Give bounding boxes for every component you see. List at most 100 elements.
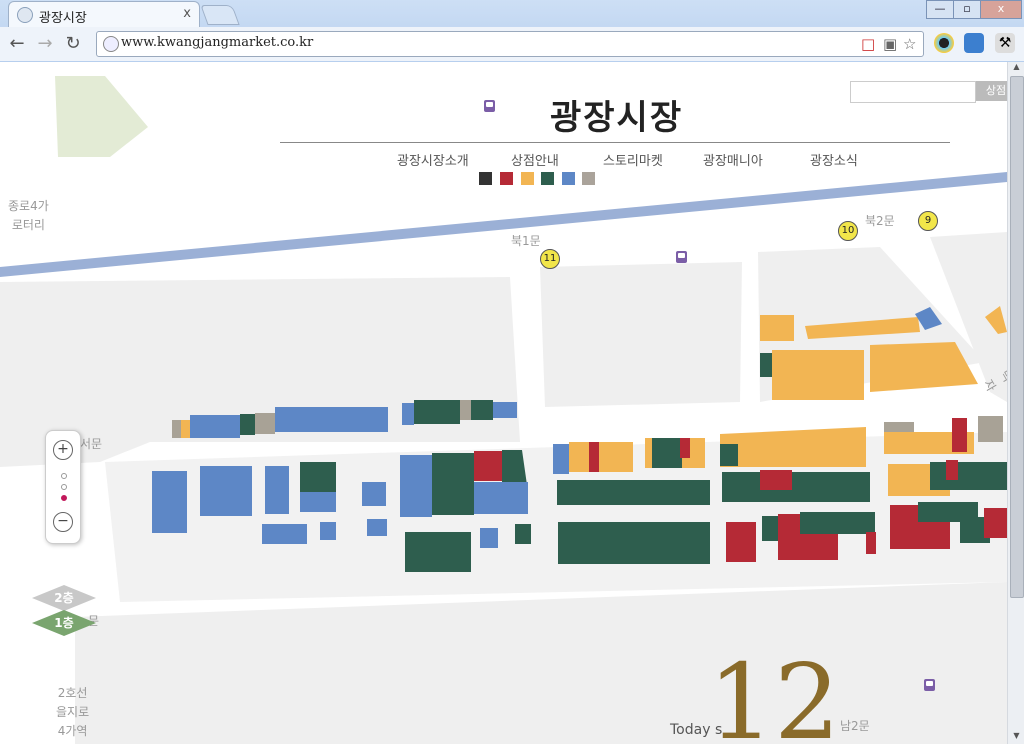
category-swatch[interactable] — [562, 172, 575, 185]
site-logo[interactable]: 광장시장 — [550, 90, 683, 139]
shop-block — [760, 315, 794, 341]
label-subway-station: 2호선 을지로 4가역 — [56, 686, 90, 738]
shop-block — [760, 470, 792, 490]
shop-block — [240, 414, 255, 435]
label-rotary: 종로4가 로터리 — [8, 199, 49, 232]
zoom-in-button[interactable]: + — [53, 440, 73, 460]
shop-block — [652, 438, 682, 468]
extension-camera-icon[interactable] — [934, 33, 954, 53]
label-north-gate-2: 북2문 — [865, 214, 895, 228]
today-label: Today s — [670, 722, 723, 738]
zoom-level-dot-active[interactable] — [61, 495, 67, 501]
shop-block — [726, 522, 756, 562]
shop-block — [181, 420, 190, 438]
shop-block — [471, 400, 493, 420]
shop-block — [320, 522, 336, 540]
extension-window-icon[interactable] — [964, 33, 984, 53]
shop-block — [720, 427, 866, 467]
shop-block — [680, 438, 690, 458]
browser-tab[interactable]: 광장시장 x — [8, 1, 200, 27]
category-swatch[interactable] — [541, 172, 554, 185]
shop-block — [402, 403, 414, 425]
shop-block — [569, 442, 633, 472]
shop-block — [722, 472, 870, 502]
scroll-down-arrow-icon[interactable]: ▼ — [1008, 731, 1024, 744]
shop-search-button[interactable]: 상점 — [976, 81, 1007, 101]
maximize-button[interactable]: ▫ — [953, 0, 981, 19]
shop-block — [255, 413, 275, 434]
shop-block — [866, 532, 876, 554]
browser-chrome: 광장시장 x — ▫ x ← → ↻ www.kwangjangmarket.c… — [0, 0, 1024, 63]
menu-item-news[interactable]: 광장소식 — [810, 150, 858, 169]
shop-block — [275, 407, 388, 432]
menu-item-intro[interactable]: 광장시장소개 — [397, 150, 469, 169]
page-info-icon[interactable] — [103, 36, 119, 52]
shop-block — [474, 482, 528, 514]
category-swatch[interactable] — [582, 172, 595, 185]
bus-icon — [484, 100, 495, 112]
label-north-gate-1: 북1문 — [511, 234, 541, 248]
shop-block — [930, 462, 1007, 490]
shop-block — [414, 400, 460, 424]
vertical-scrollbar[interactable]: ▲ ▼ — [1007, 62, 1024, 744]
shop-block — [265, 466, 289, 514]
shop-block — [460, 400, 471, 420]
menu-item-mania[interactable]: 광장매니아 — [703, 150, 763, 169]
label-south-gate-2: 남2문 — [840, 719, 870, 733]
globe-icon — [17, 7, 33, 23]
shop-block — [300, 462, 336, 492]
shop-block — [400, 455, 432, 517]
category-swatch[interactable] — [521, 172, 534, 185]
shop-block — [760, 353, 772, 377]
shop-block — [762, 516, 780, 541]
gate-marker-10[interactable]: 10 — [838, 221, 858, 241]
shop-block — [152, 471, 187, 533]
bookmark-star-icon[interactable]: ☆ — [903, 35, 916, 53]
today-visitor-count: 12 — [708, 641, 841, 744]
category-swatch[interactable] — [500, 172, 513, 185]
menu-item-shops[interactable]: 상점안내 — [511, 150, 559, 169]
category-swatch[interactable] — [479, 172, 492, 185]
bus-stop-icon — [676, 251, 687, 263]
back-arrow-icon[interactable]: ← — [6, 33, 28, 55]
park-area — [55, 76, 148, 157]
scrollbar-thumb[interactable] — [1010, 76, 1024, 598]
address-bar[interactable]: www.kwangjangmarket.co.kr □ ▣ ☆ — [96, 31, 924, 57]
popup-blocked-icon[interactable]: □ — [861, 35, 875, 53]
tab-title: 광장시장 — [39, 11, 87, 26]
web-page: 광장시장 상점 광장시장소개 상점안내 스토리마켓 광장매니아 광장소식 종로4… — [0, 62, 1007, 744]
reload-icon[interactable]: ↻ — [62, 33, 84, 55]
page-action-icon[interactable]: ▣ — [883, 35, 897, 53]
shop-block — [367, 519, 387, 536]
scroll-up-arrow-icon[interactable]: ▲ — [1008, 62, 1024, 75]
label-west-gate: 서문 — [80, 437, 103, 451]
shop-block — [432, 453, 474, 515]
new-tab-button[interactable] — [200, 5, 240, 25]
bus-stop-icon — [924, 679, 935, 691]
url-text: www.kwangjangmarket.co.kr — [121, 35, 314, 50]
minimize-button[interactable]: — — [926, 0, 954, 19]
city-block — [540, 262, 742, 407]
window-close-button[interactable]: x — [980, 0, 1022, 19]
shop-block — [978, 416, 1003, 442]
menu-item-story[interactable]: 스토리마켓 — [603, 150, 663, 169]
shop-block — [362, 482, 386, 506]
shop-search-input[interactable] — [850, 81, 976, 103]
shop-block — [800, 512, 875, 534]
wrench-icon[interactable]: ⚒ — [995, 33, 1015, 53]
zoom-level-dot[interactable] — [61, 484, 67, 490]
shop-block — [474, 451, 502, 481]
gate-marker-9[interactable]: 9 — [918, 211, 938, 231]
forward-arrow-icon[interactable]: → — [34, 33, 56, 55]
shop-block — [946, 460, 958, 480]
shop-block — [952, 418, 967, 452]
shop-block — [720, 444, 738, 466]
shop-block — [172, 420, 181, 438]
shop-block — [190, 415, 240, 438]
shop-block — [589, 442, 599, 472]
zoom-level-dot[interactable] — [61, 473, 67, 479]
zoom-out-button[interactable]: − — [53, 512, 73, 532]
shop-block — [480, 528, 498, 548]
tab-close-icon[interactable]: x — [183, 6, 191, 21]
gate-marker-11[interactable]: 11 — [540, 249, 560, 269]
